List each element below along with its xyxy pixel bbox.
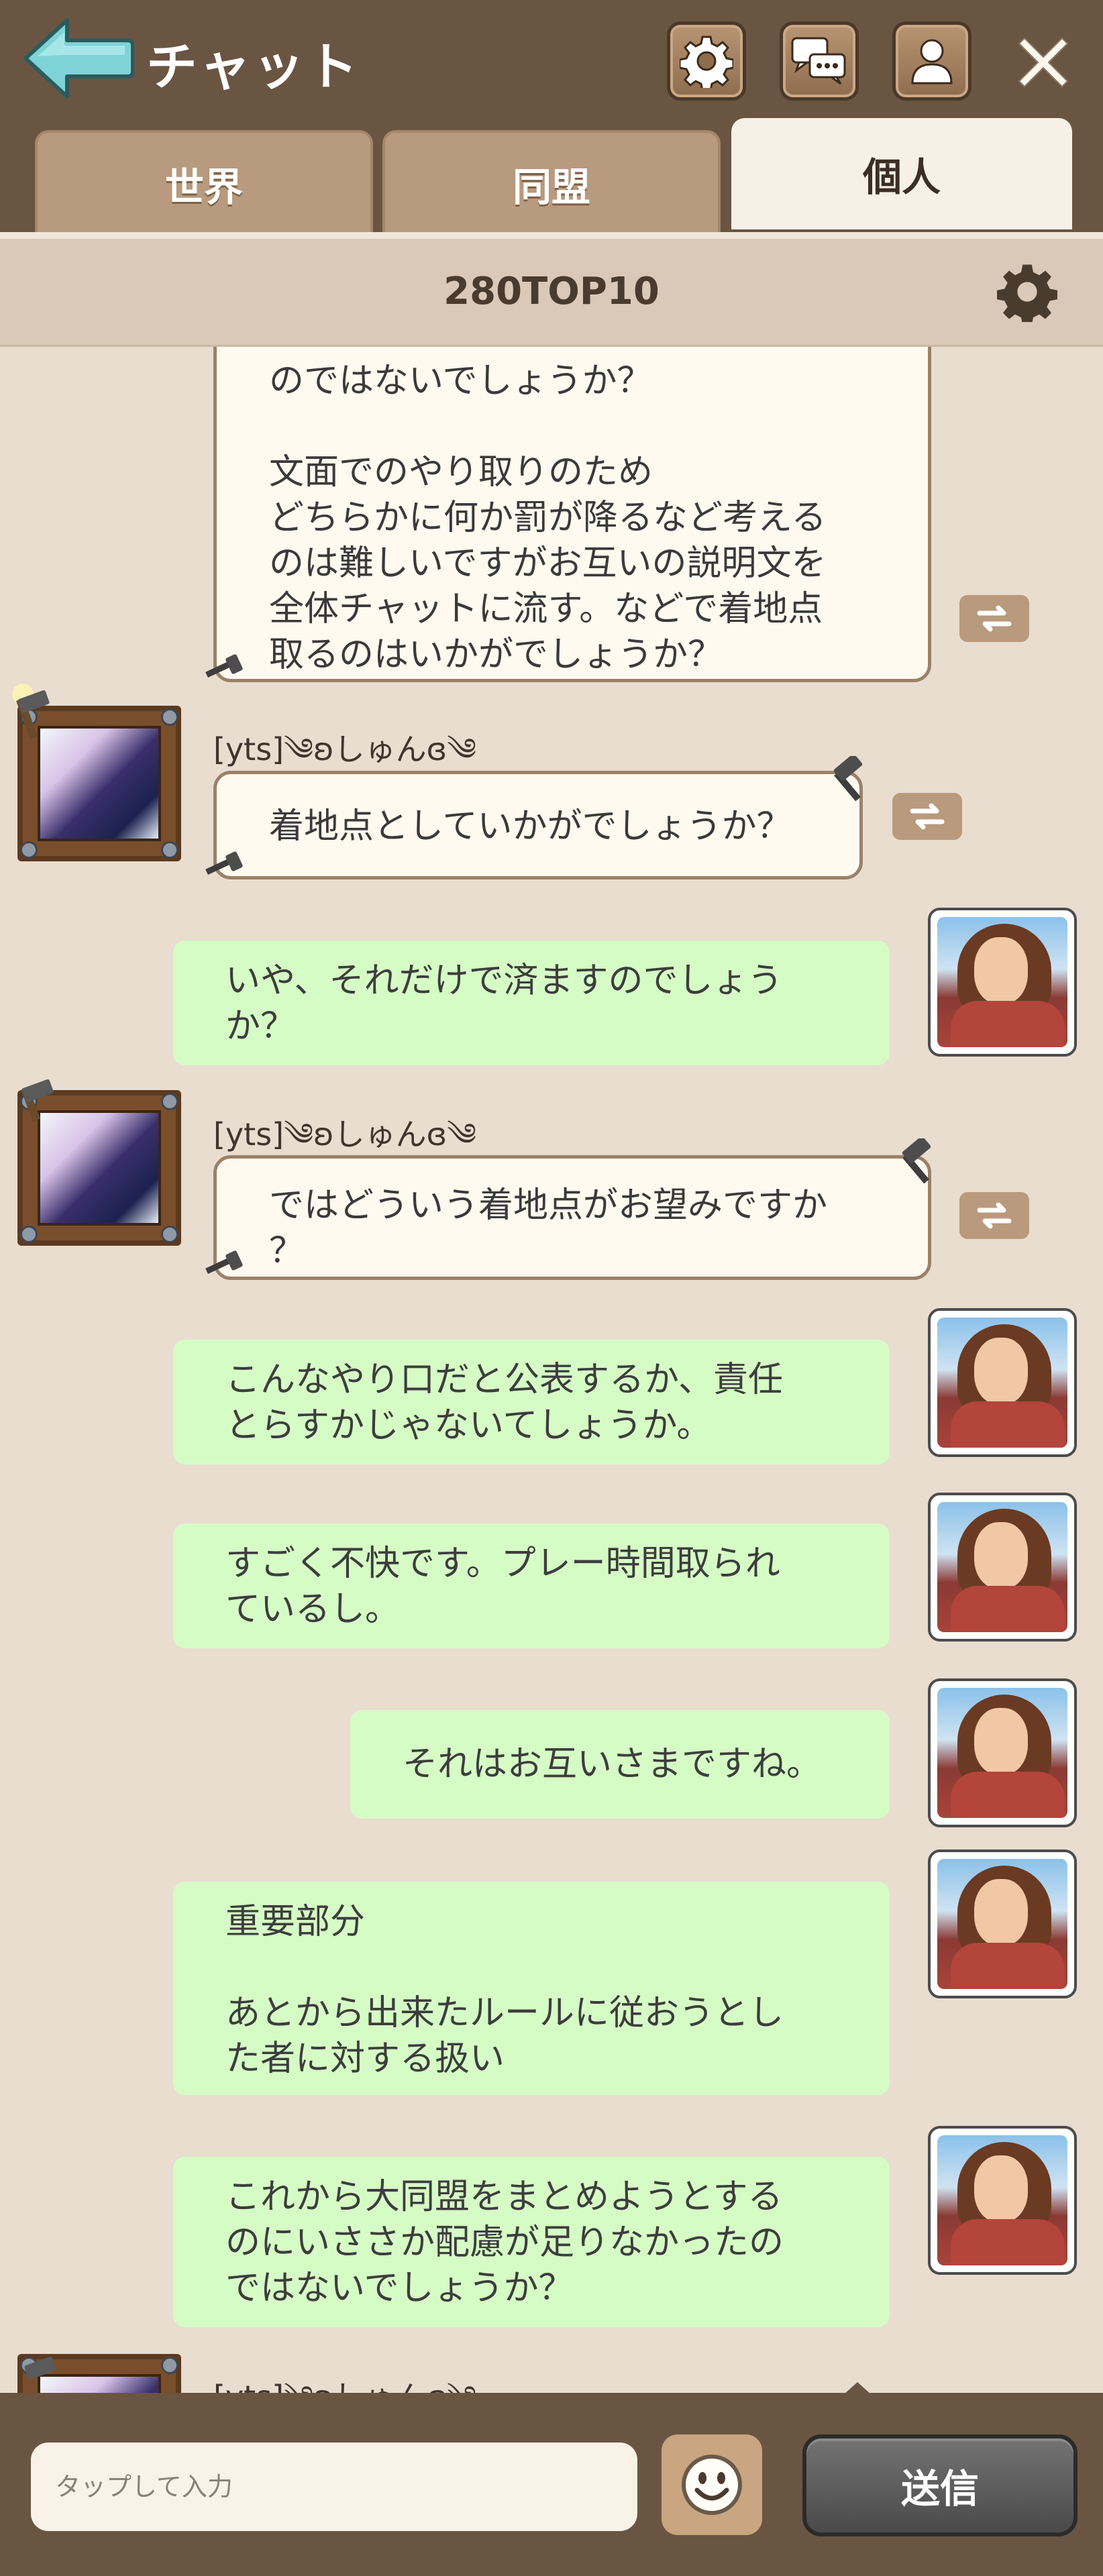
smiley-face-icon bbox=[682, 2455, 742, 2515]
back-button[interactable] bbox=[20, 15, 135, 102]
close-icon bbox=[1018, 37, 1069, 88]
room-bar: 280TOP10 bbox=[0, 239, 1103, 347]
tab-alliance[interactable]: 同盟 bbox=[382, 130, 721, 235]
chat-input-bar: 送信 bbox=[0, 2382, 1103, 2576]
message-text: こんなやり口だと公表するか、責任 とらすかじゃないてしょうか。 bbox=[225, 1360, 783, 1446]
frame-rivet bbox=[161, 2357, 178, 2374]
outgoing-message-bubble[interactable]: こんなやり口だと公表するか、責任 とらすかじゃないてしょうか。 bbox=[173, 1340, 890, 1464]
outgoing-message-bubble[interactable]: これから大同盟をまとめようとする のにいささか配慮が足りなかったの ではないでし… bbox=[173, 2157, 890, 2327]
hammer-icon bbox=[205, 654, 243, 678]
frame-rivet bbox=[20, 1226, 38, 1243]
profile-button[interactable] bbox=[892, 21, 971, 101]
translate-button[interactable] bbox=[892, 793, 962, 840]
message-text: すごく不快です。プレー時間取られ ているし。 bbox=[225, 1544, 780, 1629]
send-button-label: 送信 bbox=[900, 2466, 979, 2512]
hammer-icon bbox=[21, 1079, 54, 1122]
outgoing-message-bubble[interactable]: すごく不快です。プレー時間取られ ているし。 bbox=[173, 1523, 890, 1648]
tab-label: 世界 bbox=[164, 164, 243, 210]
message-text: ではどういう着地点がお望みですか ？ bbox=[269, 1185, 828, 1271]
hammer-icon bbox=[902, 1138, 931, 1184]
incoming-message-bubble[interactable]: 着地点としていかがでしょうか？ bbox=[213, 771, 863, 879]
swap-arrows-icon bbox=[977, 605, 1012, 632]
avatar-portrait bbox=[38, 1110, 161, 1226]
tab-world[interactable]: 世界 bbox=[35, 130, 373, 235]
back-arrow-icon bbox=[23, 18, 135, 99]
my-avatar[interactable] bbox=[928, 1493, 1077, 1642]
incoming-message-bubble[interactable]: ではどういう着地点がお望みですか ？ bbox=[213, 1155, 931, 1280]
translate-button[interactable] bbox=[959, 1192, 1029, 1239]
message-text: いや、それだけで済ますのでしょう か？ bbox=[225, 961, 783, 1046]
sender-name: [yts]༄ʚしゅんɞ༄ bbox=[213, 2363, 476, 2393]
hammer-icon bbox=[205, 1250, 243, 1274]
hammer-icon bbox=[205, 851, 243, 875]
person-icon bbox=[911, 39, 953, 85]
frame-rivet bbox=[161, 841, 178, 859]
room-name: 280TOP10 bbox=[443, 270, 660, 313]
emoji-button[interactable] bbox=[662, 2434, 762, 2535]
avatar-portrait bbox=[937, 1502, 1067, 1632]
message-text: 重要部分 あとから出来たルールに従おうとし た者に対する扱い bbox=[225, 1902, 784, 2079]
outgoing-message-bubble[interactable]: 重要部分 あとから出来たルールに従おうとし た者に対する扱い bbox=[173, 1882, 890, 2095]
chat-bubbles-icon bbox=[791, 37, 846, 85]
gear-icon bbox=[997, 264, 1057, 325]
tab-label: 同盟 bbox=[512, 164, 590, 210]
page-title: チャット bbox=[146, 37, 361, 97]
message-text: のではないでしょうか？ 文面でのやり取りのため どちらかに何か罰が降るなど考える… bbox=[269, 361, 827, 675]
hammer-icon bbox=[833, 756, 863, 802]
message-text: それはお互いさまですね。 bbox=[403, 1744, 822, 1784]
chat-message-list[interactable]: のではないでしょうか？ 文面でのやり取りのため どちらかに何か罰が降るなど考える… bbox=[0, 347, 1103, 2393]
outgoing-message-bubble[interactable]: いや、それだけで済ますのでしょう か？ bbox=[173, 941, 890, 1065]
frame-rivet bbox=[20, 841, 38, 859]
outgoing-message-bubble[interactable]: それはお互いさまですね。 bbox=[350, 1710, 890, 1819]
send-button[interactable]: 送信 bbox=[802, 2434, 1078, 2536]
message-text: これから大同盟をまとめようとする のにいささか配慮が足りなかったの ではないでし… bbox=[225, 2177, 784, 2308]
avatar-portrait bbox=[937, 917, 1067, 1047]
hammer-icon bbox=[12, 684, 50, 739]
tab-underline bbox=[0, 232, 1103, 239]
swap-arrows-icon bbox=[910, 803, 945, 830]
avatar-portrait bbox=[937, 1688, 1067, 1818]
message-text: 着地点としていかがでしょうか？ bbox=[269, 806, 792, 847]
tab-label: 個人 bbox=[862, 154, 941, 200]
avatar-portrait bbox=[937, 1318, 1067, 1448]
swap-arrows-icon bbox=[977, 1202, 1012, 1229]
my-avatar[interactable] bbox=[928, 1308, 1077, 1457]
avatar-portrait bbox=[38, 726, 161, 841]
frame-rivet bbox=[161, 1093, 178, 1110]
tab-personal[interactable]: 個人 bbox=[731, 118, 1072, 229]
translate-button[interactable] bbox=[959, 595, 1029, 642]
scroll-indicator bbox=[844, 2382, 871, 2394]
message-input[interactable] bbox=[31, 2443, 637, 2531]
close-button[interactable] bbox=[1006, 25, 1080, 99]
my-avatar[interactable] bbox=[928, 1849, 1077, 1998]
frame-rivet bbox=[161, 708, 178, 726]
my-avatar[interactable] bbox=[928, 1678, 1077, 1827]
avatar-portrait bbox=[937, 2135, 1067, 2265]
avatar-portrait bbox=[937, 1859, 1067, 1989]
incoming-message-bubble[interactable]: のではないでしょうか？ 文面でのやり取りのため どちらかに何か罰が降るなど考える… bbox=[213, 347, 931, 682]
settings-gear-icon bbox=[680, 36, 733, 88]
hammer-icon bbox=[24, 2356, 56, 2380]
frame-rivet bbox=[161, 1226, 178, 1243]
chat-rooms-button[interactable] bbox=[780, 21, 859, 101]
my-avatar[interactable] bbox=[928, 2126, 1077, 2275]
room-settings-button[interactable] bbox=[997, 262, 1057, 325]
my-avatar[interactable] bbox=[928, 908, 1077, 1057]
chat-header: チャット 世界 同盟 個人 bbox=[0, 0, 1103, 239]
settings-button[interactable] bbox=[667, 21, 746, 101]
